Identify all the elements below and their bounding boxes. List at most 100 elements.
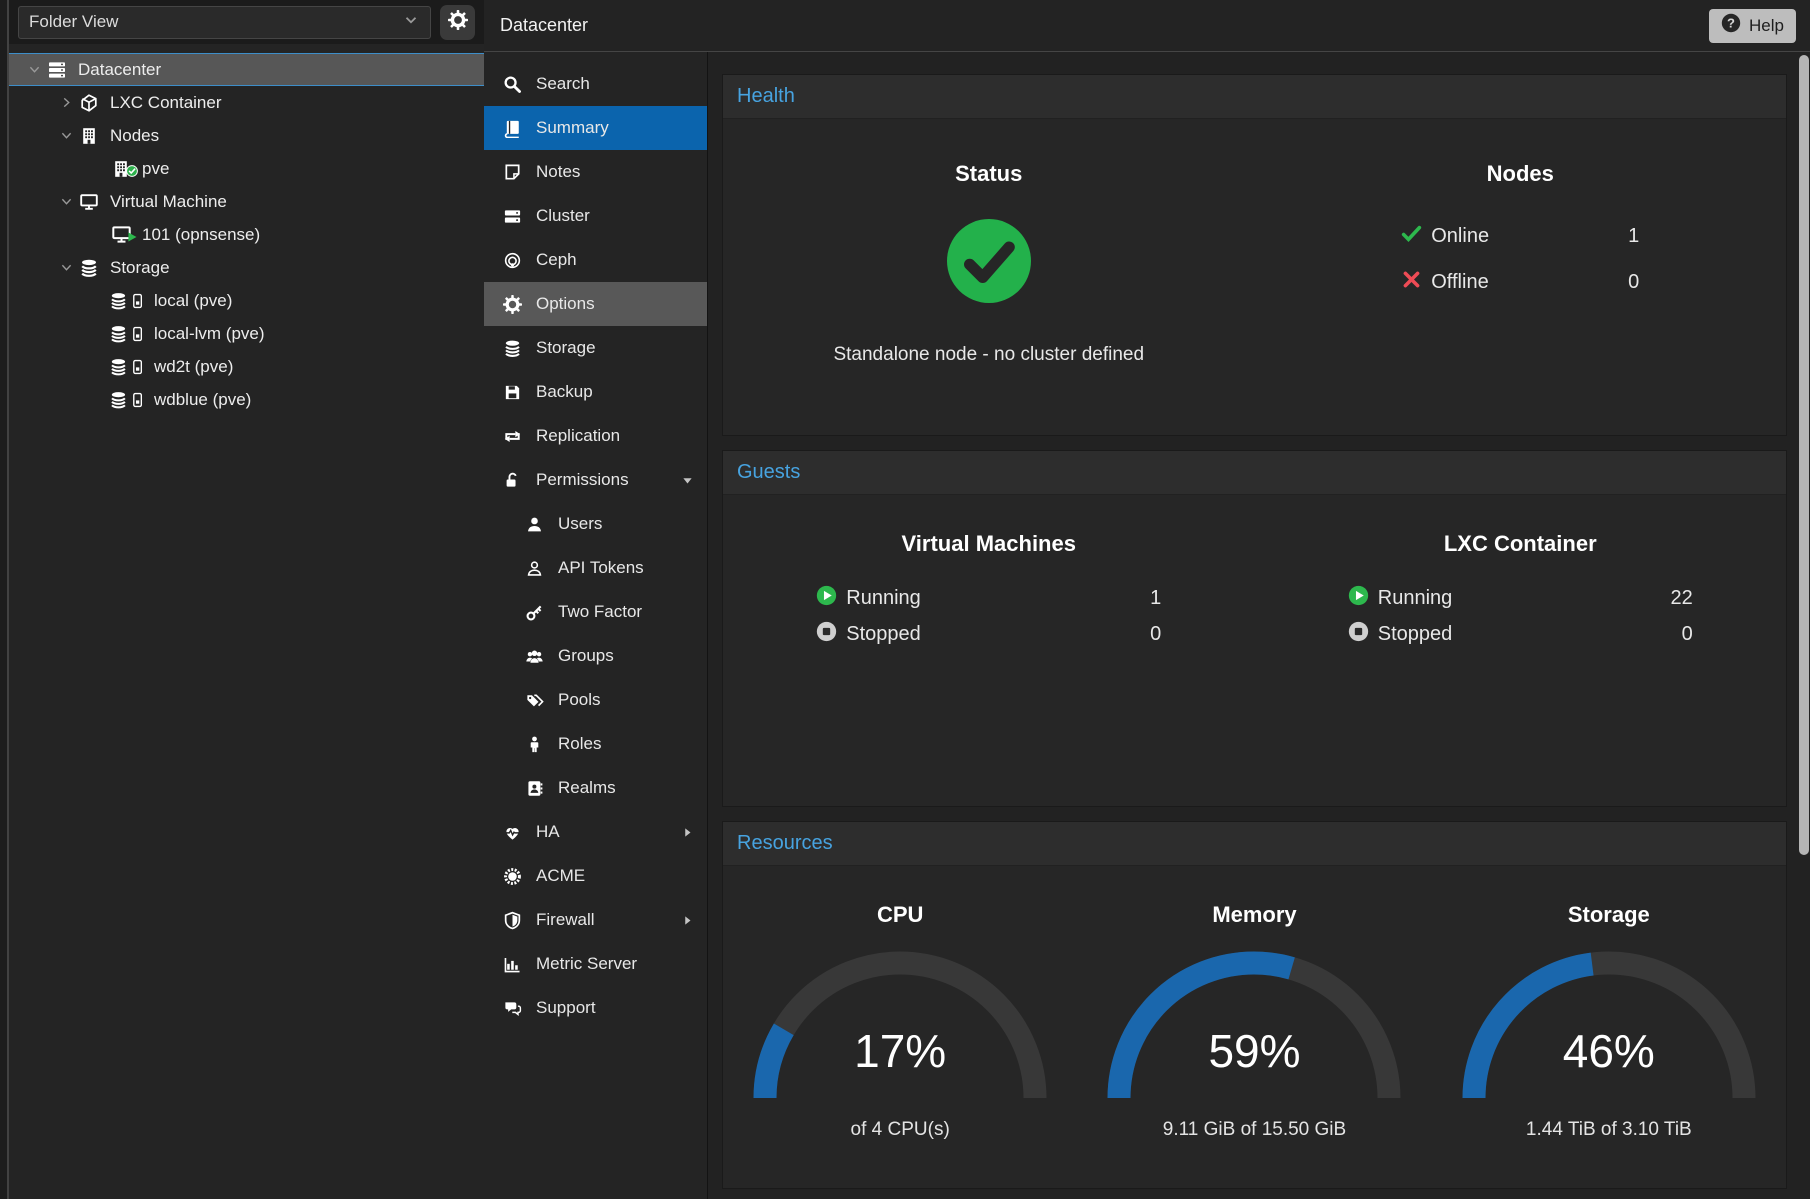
datacenter-menu: Search Summary Notes Cluster CephOptionsStor…	[484, 52, 708, 1199]
scrollbar[interactable]	[1798, 55, 1809, 1196]
menu-item-notes[interactable]: Notes	[484, 150, 707, 194]
times-icon	[1401, 269, 1422, 296]
caret-down-icon[interactable]	[23, 62, 45, 77]
gauge-cpu: CPU17%of 4 CPU(s)	[723, 902, 1077, 1188]
menu-item-label: HA	[536, 822, 560, 842]
play-circle-icon	[1348, 585, 1369, 612]
guest-row-running: Running1	[816, 585, 1161, 612]
gauge-heading: Storage	[1568, 902, 1650, 928]
menu-item-label: Firewall	[536, 910, 595, 930]
menu-item-metric-server[interactable]: Metric Server	[484, 942, 707, 986]
guests-panel: Guests Virtual MachinesRunning1Stopped0L…	[722, 450, 1787, 807]
menu-item-options[interactable]: Options	[484, 282, 707, 326]
tree-item-label: Datacenter	[78, 60, 161, 80]
menu-item-label: Realms	[558, 778, 616, 798]
desktop-play-icon	[109, 224, 133, 245]
tree-item-label: Storage	[110, 258, 170, 278]
menu-item-users[interactable]: Users	[484, 502, 707, 546]
gauge-percent: 17%	[752, 1024, 1048, 1078]
nodes-heading: Nodes	[1487, 161, 1554, 187]
menu-item-label: Pools	[558, 690, 601, 710]
tags-icon	[524, 691, 545, 710]
menu-item-storage[interactable]: Storage	[484, 326, 707, 370]
guests-panel-title: Guests	[737, 461, 800, 484]
menu-item-label: Users	[558, 514, 602, 534]
menu-item-label: Notes	[536, 162, 580, 182]
users-icon	[524, 647, 545, 666]
menu-item-label: ACME	[536, 866, 585, 886]
resources-panel: Resources CPU17%of 4 CPU(s)Memory59%9.11…	[722, 821, 1787, 1189]
tree-item-nodes[interactable]: Nodes	[9, 119, 484, 152]
comments-icon	[502, 999, 523, 1018]
guest-row-stopped: Stopped0	[816, 621, 1161, 648]
menu-item-ceph[interactable]: Ceph	[484, 238, 707, 282]
tree-item-lxc-container[interactable]: LXC Container	[9, 86, 484, 119]
menu-item-support[interactable]: Support	[484, 986, 707, 1030]
search-icon	[502, 75, 523, 94]
tree-item-wdblue-pve[interactable]: wdblue (pve)	[9, 383, 484, 416]
menu-item-replication[interactable]: Replication	[484, 414, 707, 458]
menu-item-permissions[interactable]: Permissions	[484, 458, 707, 502]
menu-item-label: Backup	[536, 382, 593, 402]
guests-panel-header: Guests	[723, 451, 1786, 495]
question-icon: ?	[1721, 13, 1741, 38]
gauge-storage: Storage46%1.44 TiB of 3.10 TiB	[1432, 902, 1786, 1188]
menu-item-firewall[interactable]: Firewall	[484, 898, 707, 942]
tree-item-local-lvm-pve[interactable]: local-lvm (pve)	[9, 317, 484, 350]
expand-right-icon[interactable]	[680, 913, 695, 928]
ceph-icon	[502, 251, 523, 270]
expand-right-icon[interactable]	[680, 825, 695, 840]
caret-down-icon[interactable]	[55, 128, 77, 143]
view-selector-value: Folder View	[29, 12, 118, 32]
guest-column-lxc-container: LXC ContainerRunning22Stopped0	[1255, 495, 1787, 806]
health-panel-title: Health	[737, 85, 795, 108]
retweet-icon	[502, 427, 523, 446]
page-title: Datacenter	[500, 15, 588, 36]
tree-item-storage[interactable]: Storage	[9, 251, 484, 284]
menu-item-realms[interactable]: Realms	[484, 766, 707, 810]
menu-item-summary[interactable]: Summary	[484, 106, 707, 150]
menu-item-cluster[interactable]: Cluster	[484, 194, 707, 238]
guest-row-label: Stopped	[1378, 623, 1453, 646]
tree-item-virtual-machine[interactable]: Virtual Machine	[9, 185, 484, 218]
menu-item-two-factor[interactable]: Two Factor	[484, 590, 707, 634]
nodes-column: Nodes Online1Offline0	[1255, 119, 1787, 435]
tree-item-local-pve[interactable]: local (pve)	[9, 284, 484, 317]
caret-down-icon[interactable]	[55, 194, 77, 209]
node-status-row-online: Online1	[1401, 223, 1639, 250]
tree-item-pve[interactable]: pve	[9, 152, 484, 185]
menu-item-pools[interactable]: Pools	[484, 678, 707, 722]
menu-item-ha[interactable]: HA	[484, 810, 707, 854]
menu-item-label: Cluster	[536, 206, 590, 226]
menu-item-api-tokens[interactable]: API Tokens	[484, 546, 707, 590]
scrollbar-thumb[interactable]	[1799, 55, 1809, 855]
menu-item-label: Summary	[536, 118, 609, 138]
help-button[interactable]: ? Help	[1709, 9, 1796, 43]
menu-item-search[interactable]: Search	[484, 62, 707, 106]
resources-panel-header: Resources	[723, 822, 1786, 866]
check-icon	[1401, 223, 1422, 250]
summary-content: Health Status Standalone node - no clust…	[708, 52, 1810, 1199]
menu-item-acme[interactable]: ACME	[484, 854, 707, 898]
desktop-icon	[77, 192, 101, 212]
menu-item-label: Metric Server	[536, 954, 637, 974]
caret-right-icon[interactable]	[55, 95, 77, 110]
menu-item-backup[interactable]: Backup	[484, 370, 707, 414]
gauge-memory: Memory59%9.11 GiB of 15.50 GiB	[1077, 902, 1431, 1188]
guest-column-heading: LXC Container	[1444, 531, 1597, 557]
database-drive-icon	[109, 324, 145, 344]
tree-item-wd2t-pve[interactable]: wd2t (pve)	[9, 350, 484, 383]
caret-down-icon[interactable]	[55, 260, 77, 275]
menu-item-roles[interactable]: Roles	[484, 722, 707, 766]
tree-settings-button[interactable]	[440, 5, 475, 40]
view-selector[interactable]: Folder View	[18, 6, 431, 39]
chevron-down-icon	[402, 11, 420, 34]
status-heading: Status	[955, 161, 1022, 187]
menu-item-groups[interactable]: Groups	[484, 634, 707, 678]
gauge-arc: 59%	[1106, 950, 1402, 1115]
tree-item-101-opnsense[interactable]: 101 (opnsense)	[9, 218, 484, 251]
expand-down-icon[interactable]	[680, 473, 695, 488]
guest-row-value: 0	[1682, 623, 1693, 646]
tree-item-datacenter[interactable]: Datacenter	[9, 53, 484, 86]
tree-item-label: wd2t (pve)	[154, 357, 233, 377]
